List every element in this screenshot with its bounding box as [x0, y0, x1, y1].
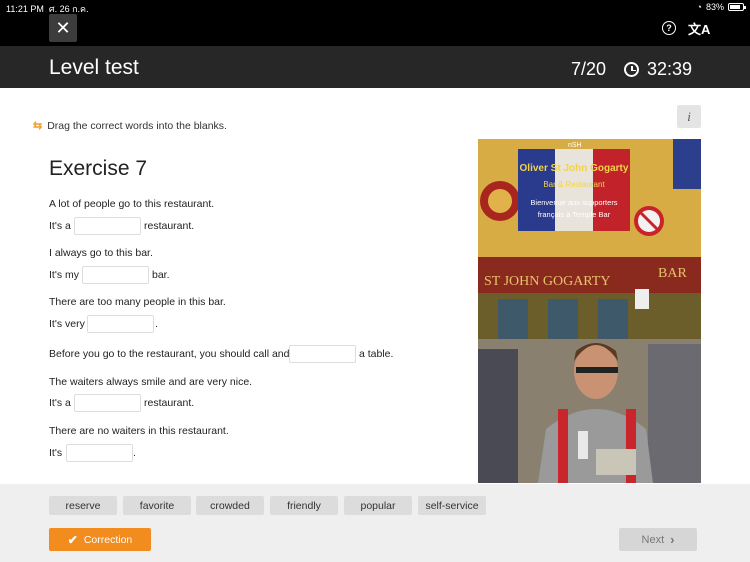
correction-label: Correction: [83, 533, 133, 546]
correction-button[interactable]: ✔ Correction: [49, 528, 151, 551]
photo-welcome-1: Bienvenue aux supporters: [530, 198, 617, 207]
exercise-prompt-5-after: restaurant.: [144, 397, 195, 409]
status-date: ศ. 26 ก.ค.: [48, 4, 89, 14]
exercise-prompt-5-before: It's a: [49, 397, 71, 409]
word-chip-reserve[interactable]: reserve: [49, 496, 117, 515]
photo-sign-top: Oliver St John Gogarty: [520, 163, 629, 174]
close-button[interactable]: ✕: [49, 14, 77, 42]
blank-4[interactable]: [289, 345, 356, 363]
translate-icon[interactable]: 文A: [688, 19, 710, 38]
photo-bar-word: BAR: [658, 266, 687, 281]
header: Level test 7/20 32:39: [0, 46, 750, 88]
exercise-context-2: I always go to this bar.: [49, 247, 153, 259]
blank-1[interactable]: [74, 217, 141, 235]
next-button[interactable]: Next ›: [619, 528, 697, 551]
photo-sign-sub: Bar & Restaurant: [543, 180, 605, 189]
help-icon[interactable]: ?: [662, 21, 676, 35]
street-scene-illustration: Oliver St John Gogarty Bar & Restaurant …: [478, 139, 701, 483]
info-button[interactable]: i: [677, 105, 701, 128]
battery-icon: [728, 3, 746, 11]
exercise-prompt-1-before: It's a: [49, 220, 71, 232]
exercise-prompt-4-after: a table.: [359, 348, 394, 360]
exercise-context-6: There are no waiters in this restaurant.: [49, 425, 229, 437]
blank-3[interactable]: [87, 315, 154, 333]
word-chip-favorite[interactable]: favorite: [123, 496, 191, 515]
photo-facade: ST JOHN GOGARTY: [484, 274, 610, 289]
status-time: 11:21 PM: [6, 4, 44, 14]
blank-6[interactable]: [66, 444, 133, 462]
exercise-title: Exercise 7: [49, 157, 148, 180]
exercise-prompt-4-before: Before you go to the restaurant, you sho…: [49, 348, 290, 360]
status-battery-text: 83%: [705, 2, 724, 12]
wifi-icon: ◔: [696, 2, 702, 12]
word-chip-crowded[interactable]: crowded: [196, 496, 264, 515]
word-chip-self-service[interactable]: self-service: [418, 496, 486, 515]
photo-welcome-2: français à Temple Bar: [538, 210, 611, 219]
exercise-context-5: The waiters always smile and are very ni…: [49, 376, 253, 388]
top-bar: ✕ ? 文A: [0, 14, 750, 46]
exercise-prompt-3-before: It's very: [49, 318, 85, 330]
exercise-context-1: A lot of people go to this restaurant.: [49, 198, 215, 210]
next-label: Next: [641, 533, 665, 546]
exercise-prompt-3-after: .: [155, 318, 158, 330]
instruction-text: Drag the correct words into the blanks.: [47, 119, 227, 132]
photo-tag: nSH: [568, 142, 582, 149]
word-chip-popular[interactable]: popular: [344, 496, 412, 515]
exercise-prompt-2-after: bar.: [152, 269, 170, 281]
exercise-context-3: There are too many people in this bar.: [49, 296, 226, 308]
word-chip-friendly[interactable]: friendly: [270, 496, 338, 515]
chevron-right-icon: ›: [670, 532, 675, 547]
exercise-prompt-1-after: restaurant.: [144, 220, 195, 232]
timer: 32:39: [647, 59, 693, 79]
status-bar: 11:21 PM ศ. 26 ก.ค. ◔ 83%: [0, 0, 750, 14]
blank-5[interactable]: [74, 394, 141, 412]
page-title: Level test: [49, 56, 139, 79]
exercise-prompt-2-before: It's my: [49, 269, 80, 281]
exercise-prompt-6-before: It's: [49, 447, 63, 459]
question-progress: 7/20: [571, 59, 607, 79]
blank-2[interactable]: [82, 266, 149, 284]
clock-icon: [624, 62, 639, 77]
exercise-prompt-6-after: .: [133, 447, 136, 459]
check-icon: ✔: [67, 532, 78, 547]
exercise-photo: Oliver St John Gogarty Bar & Restaurant …: [478, 139, 701, 483]
instruction: ⇆ Drag the correct words into the blanks…: [33, 119, 227, 133]
swap-arrows-icon: ⇆: [33, 120, 43, 132]
